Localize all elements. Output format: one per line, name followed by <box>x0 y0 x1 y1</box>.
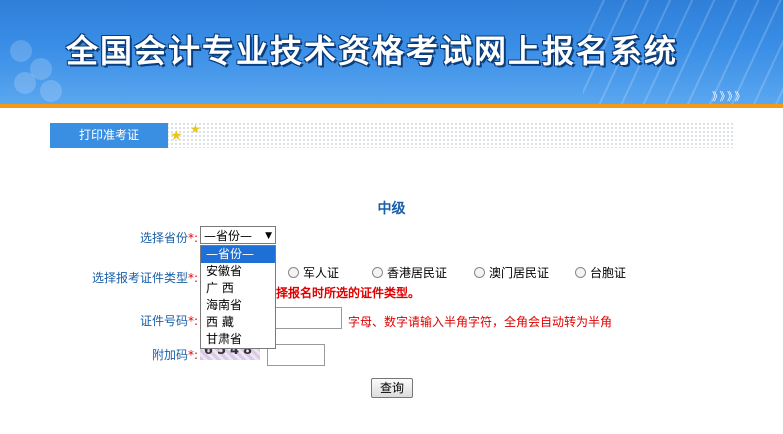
required-mark: *: <box>187 271 198 285</box>
province-option[interactable]: —省份— <box>201 246 275 263</box>
id-type-warning: 择报名时所选的证件类型。 <box>276 286 421 300</box>
province-label: 选择省份*: <box>90 229 198 246</box>
province-label-text: 选择省份 <box>139 231 188 245</box>
captcha-label-text: 附加码 <box>151 348 188 362</box>
radio-button[interactable] <box>474 267 485 278</box>
radio-label: 军人证 <box>303 266 340 280</box>
required-mark: *: <box>187 314 198 328</box>
tab-print-ticket[interactable]: 打印准考证 <box>50 123 168 148</box>
id-type-radio-taiwan[interactable]: 台胞证 <box>575 264 626 281</box>
province-option[interactable]: 海南省 <box>201 297 275 314</box>
id-type-radio-hongkong[interactable]: 香港居民证 <box>372 264 447 281</box>
province-option[interactable]: 安徽省 <box>201 263 275 280</box>
star-icon: ★ <box>190 122 201 136</box>
id-number-input[interactable] <box>268 307 342 329</box>
radio-label: 澳门居民证 <box>489 266 550 280</box>
radio-button[interactable] <box>372 267 383 278</box>
search-button[interactable]: 查询 <box>371 378 413 398</box>
decor-hex <box>10 40 32 62</box>
exam-level-heading: 中级 <box>377 201 406 217</box>
province-option[interactable]: 甘肃省 <box>201 331 275 348</box>
required-mark: *: <box>187 348 198 362</box>
radio-button[interactable] <box>575 267 586 278</box>
decor-hex <box>14 72 36 94</box>
arrows-decor: 》》》》 <box>712 90 748 103</box>
id-number-hint: 字母、数字请输入半角字符，全角会自动转为半角 <box>348 315 613 329</box>
radio-label: 台胞证 <box>590 266 627 280</box>
captcha-label: 附加码*: <box>90 346 198 363</box>
province-dropdown: —省份— 安徽省 广 西 海南省 西 藏 甘肃省 <box>200 245 276 349</box>
id-number-label-text: 证件号码 <box>139 314 188 328</box>
id-type-label: 选择报考证件类型*: <box>60 269 198 286</box>
province-option[interactable]: 广 西 <box>201 280 275 297</box>
id-number-label: 证件号码*: <box>90 312 198 329</box>
id-type-label-text: 选择报考证件类型 <box>91 271 188 285</box>
province-selected-value: —省份— <box>204 229 253 243</box>
required-mark: *: <box>187 231 198 245</box>
accent-bar <box>0 104 783 108</box>
page-title: 全国会计专业技术资格考试网上报名系统 <box>66 32 679 70</box>
radio-label: 香港居民证 <box>387 266 448 280</box>
province-select[interactable]: —省份— ▼ <box>200 226 276 244</box>
id-type-radio-macau[interactable]: 澳门居民证 <box>474 264 549 281</box>
star-icon: ★ <box>170 128 183 144</box>
decor-hex <box>40 80 62 102</box>
id-type-radio-military[interactable]: 军人证 <box>288 264 339 281</box>
province-option[interactable]: 西 藏 <box>201 314 275 331</box>
radio-button[interactable] <box>288 267 299 278</box>
header-banner: 全国会计专业技术资格考试网上报名系统 》》》》 <box>0 0 783 104</box>
chevron-down-icon: ▼ <box>265 231 272 241</box>
